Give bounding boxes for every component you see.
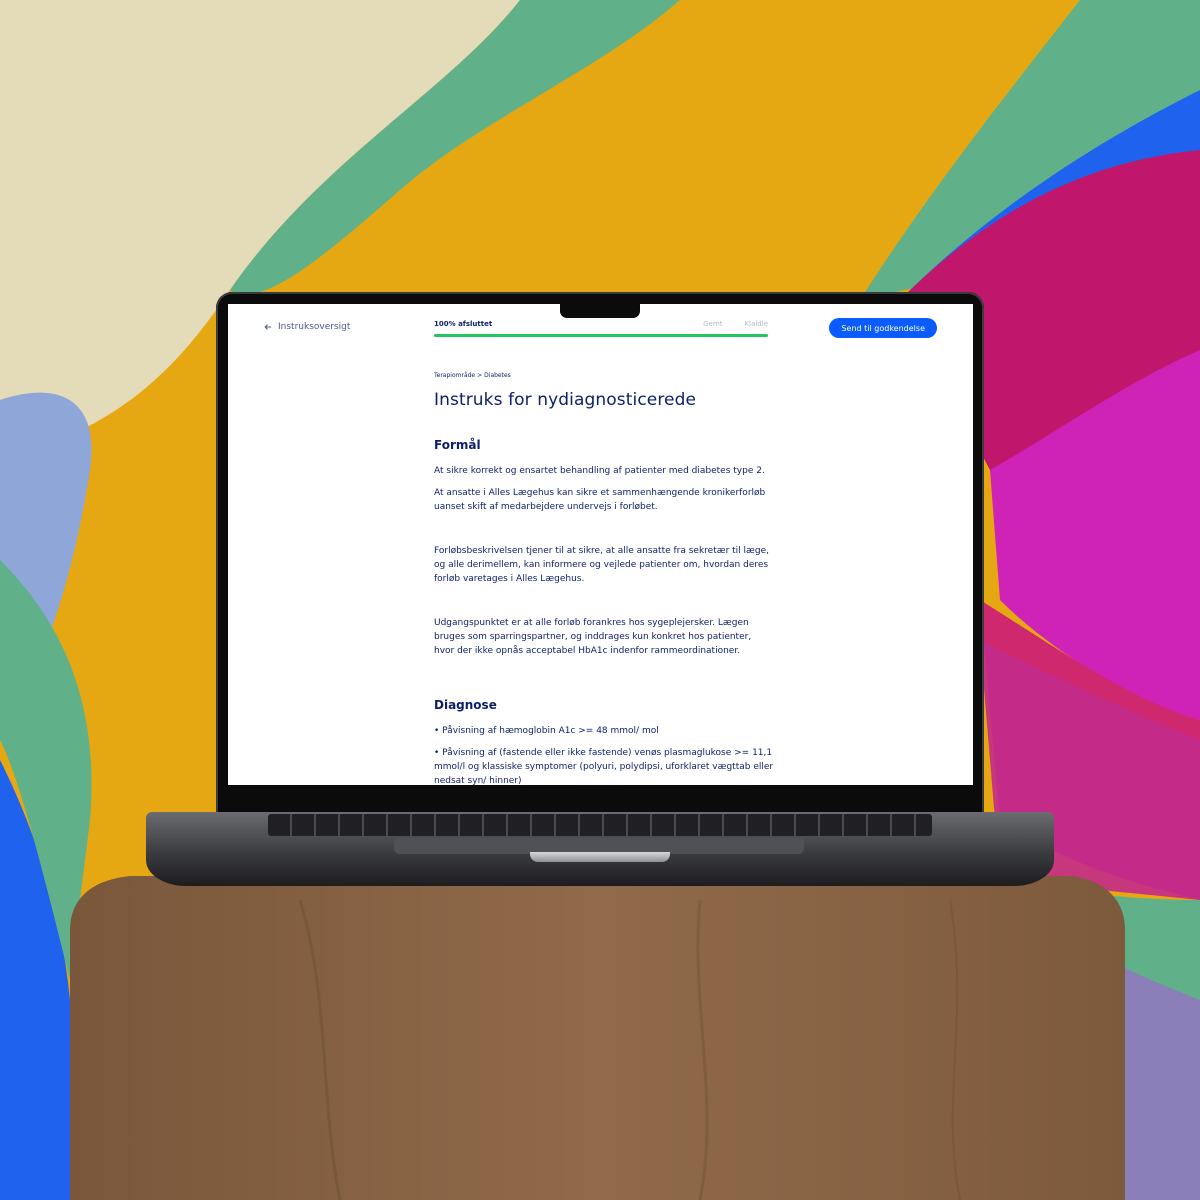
keyboard <box>268 814 932 836</box>
back-link[interactable]: Instruksoversigt <box>264 322 350 332</box>
page-title: Instruks for nydiagnosticerede <box>434 390 697 410</box>
back-link-label: Instruksoversigt <box>278 322 351 332</box>
purpose-paragraph-4: Udgangspunktet er at alle forløb forankr… <box>434 618 752 656</box>
progress-indicator: 100% afsluttet Gemt Klaldle <box>434 320 768 337</box>
status-saved: Gemt <box>703 320 723 328</box>
progress-fill <box>434 334 768 337</box>
purpose-paragraph-1: At sikre korrekt og ensartet behandling … <box>434 466 765 476</box>
diagnosis-bullet-1: • Påvisning af hæmoglobin A1c >= 48 mmol… <box>434 726 659 736</box>
status-tags: Gemt Klaldle <box>703 320 768 328</box>
laptop-front-notch <box>530 852 670 862</box>
section-heading-purpose: Formål <box>434 438 481 452</box>
document-content: Terapiområde > Diabetes Instruks for nyd… <box>434 372 774 785</box>
progress-track <box>434 334 768 337</box>
app-screen: Instruksoversigt 100% afsluttet Gemt Kla… <box>228 304 973 785</box>
diagnosis-bullet-2: • Påvisning af (fastende eller ikke fast… <box>434 748 774 785</box>
purpose-paragraph-3: Forløbsbeskrivelsen tjener til at sikre,… <box>434 546 769 584</box>
breadcrumb-separator: > <box>477 372 483 379</box>
breadcrumb-topic[interactable]: Diabetes <box>484 372 511 379</box>
arrow-left-icon <box>264 324 272 330</box>
camera-notch <box>560 302 640 318</box>
breadcrumb: Terapiområde > Diabetes <box>434 372 774 379</box>
status-ready: Klaldle <box>744 320 768 328</box>
purpose-paragraph-2: At ansatte i Alles Lægehus kan sikre et … <box>434 488 766 512</box>
section-heading-diagnosis: Diagnose <box>434 698 497 712</box>
breadcrumb-area[interactable]: Terapiområde <box>434 372 475 379</box>
send-for-approval-button[interactable]: Send til godkendelse <box>829 318 937 338</box>
